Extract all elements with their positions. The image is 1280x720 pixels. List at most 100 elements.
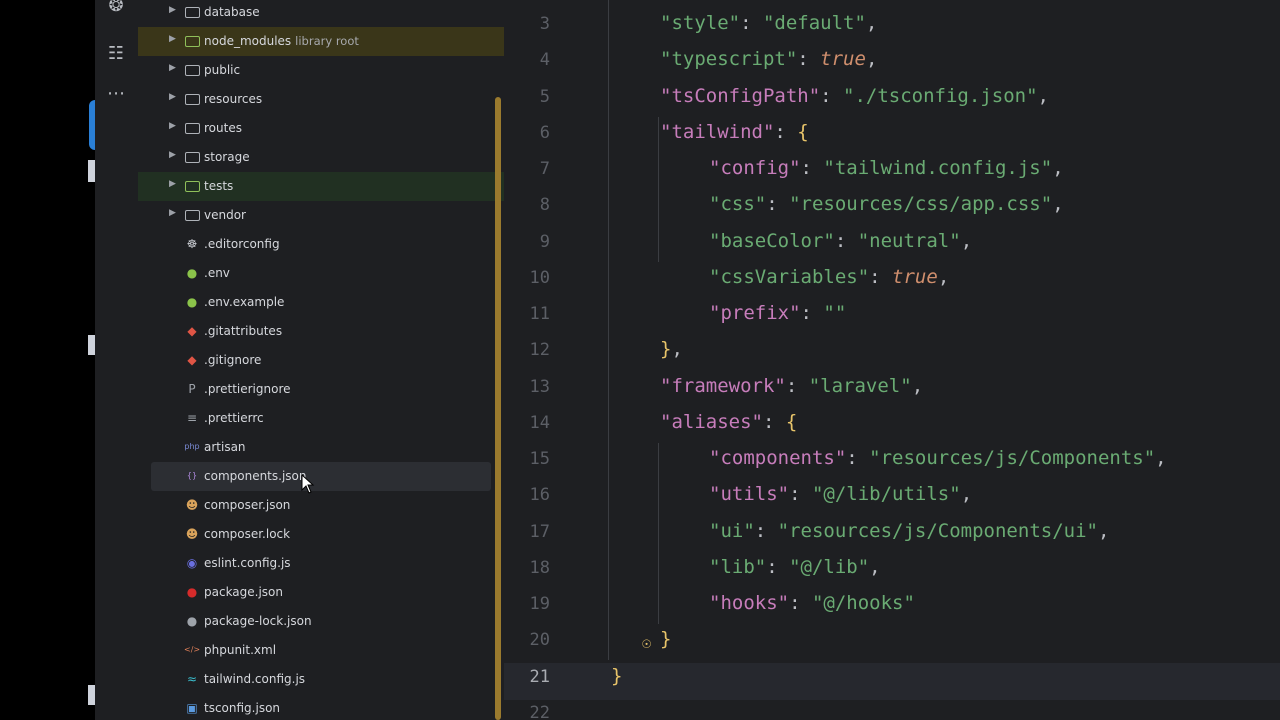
code-line[interactable]: }, bbox=[660, 338, 683, 360]
code-token: "tailwind" bbox=[660, 120, 775, 143]
code-token: , bbox=[960, 483, 973, 506]
code-line[interactable]: "prefix": "" bbox=[709, 302, 846, 324]
tree-item-tailwind[interactable]: ≈ tailwind.config.js bbox=[138, 665, 504, 694]
tree-item-node-modules[interactable]: ▶ node_modules library root bbox=[138, 27, 504, 56]
code-token: "framework" bbox=[660, 374, 786, 397]
code-line[interactable]: "typescript": true, bbox=[660, 48, 877, 70]
tree-item-prettierignore[interactable]: P .prettierignore bbox=[138, 375, 504, 404]
code-line[interactable]: "cssVariables": true, bbox=[709, 266, 949, 288]
code-token: "./tsconfig.json" bbox=[843, 84, 1038, 107]
git-icon: ◆ bbox=[187, 353, 197, 367]
code-token: "cssVariables" bbox=[709, 265, 870, 288]
line-number: 12 bbox=[529, 340, 550, 361]
tree-item-tests[interactable]: ▶ tests bbox=[138, 172, 504, 201]
code-token: "default" bbox=[762, 12, 866, 34]
code-token: } bbox=[660, 338, 672, 361]
tree-item-name: .prettierignore bbox=[204, 382, 291, 396]
tree-item-prettierrc[interactable]: ≡ .prettierrc bbox=[138, 404, 504, 433]
chevron-right-icon[interactable]: ▶ bbox=[169, 5, 176, 15]
tree-item-storage[interactable]: ▶ storage bbox=[138, 143, 504, 172]
chevron-right-icon[interactable]: ▶ bbox=[169, 92, 176, 102]
code-token: : bbox=[869, 265, 893, 288]
code-line[interactable]: } bbox=[660, 628, 671, 650]
tree-item-env[interactable]: ● .env bbox=[138, 259, 504, 288]
tree-item-gitattributes[interactable]: ◆ .gitattributes bbox=[138, 317, 504, 346]
code-token: , bbox=[937, 265, 950, 288]
code-line[interactable]: "utils": "@/lib/utils", bbox=[709, 483, 972, 505]
code-token: "tailwind.config.js" bbox=[823, 157, 1053, 179]
code-line[interactable]: } bbox=[611, 665, 622, 687]
code-token: "@/lib/utils" bbox=[811, 483, 961, 506]
tree-item-artisan[interactable]: php artisan bbox=[138, 433, 504, 462]
tree-item-eslint[interactable]: ◉ eslint.config.js bbox=[138, 549, 504, 578]
lightbulb-icon[interactable]: ☉ bbox=[642, 634, 651, 652]
code-token: true bbox=[820, 48, 866, 71]
tree-item-vendor[interactable]: ▶ vendor bbox=[138, 201, 504, 230]
code-token: : bbox=[766, 193, 790, 216]
tree-item-name: tests bbox=[204, 179, 234, 193]
structure-icon[interactable]: ☷ bbox=[103, 40, 129, 66]
tree-item-label: vendor bbox=[204, 208, 246, 222]
code-token: , bbox=[869, 555, 881, 578]
code-line[interactable]: "hooks": "@/hooks" bbox=[709, 592, 915, 614]
code-token: "" bbox=[823, 302, 847, 324]
tree-item-name: tsconfig.json bbox=[204, 701, 281, 715]
tree-item-package-lock[interactable]: ● package-lock.json bbox=[138, 607, 504, 636]
tree-item-name: database bbox=[204, 5, 260, 19]
indent-guide bbox=[608, 0, 609, 660]
tree-item-env-example[interactable]: ● .env.example bbox=[138, 288, 504, 317]
code-line[interactable]: "baseColor": "neutral", bbox=[709, 230, 972, 252]
tree-item-label: package-lock.json bbox=[204, 614, 312, 628]
chevron-right-icon[interactable]: ▶ bbox=[169, 179, 176, 189]
code-line[interactable]: "lib": "@/lib", bbox=[709, 556, 881, 578]
chevron-right-icon[interactable]: ▶ bbox=[169, 121, 176, 131]
prettier-icon: ≡ bbox=[186, 411, 198, 425]
code-line[interactable]: "components": "resources/js/Components", bbox=[709, 447, 1167, 469]
tree-item-composer-lock[interactable]: ☻ composer.lock bbox=[138, 520, 504, 549]
chevron-right-icon[interactable]: ▶ bbox=[169, 150, 176, 160]
code-editor[interactable]: 3 "style": "default", 4 "typescript": true,… bbox=[504, 0, 1280, 720]
chevron-right-icon[interactable]: ▶ bbox=[169, 63, 176, 73]
tree-item-resources[interactable]: ▶ resources bbox=[138, 85, 504, 114]
code-token: "prefix" bbox=[709, 302, 801, 324]
ts-icon: ▣ bbox=[186, 701, 198, 715]
tree-item-package-json[interactable]: ● package.json bbox=[138, 578, 504, 607]
chevron-right-icon[interactable]: ▶ bbox=[169, 208, 176, 218]
tree-item-routes[interactable]: ▶ routes bbox=[138, 114, 504, 143]
code-line[interactable]: "ui": "resources/js/Components/ui", bbox=[709, 520, 1109, 542]
code-line[interactable]: "tsConfigPath": "./tsconfig.json", bbox=[660, 85, 1049, 107]
tree-item-label: .env.example bbox=[204, 295, 284, 309]
code-line[interactable]: "config": "tailwind.config.js", bbox=[709, 157, 1064, 179]
code-line[interactable]: "style": "default", bbox=[660, 12, 877, 34]
line-number: 18 bbox=[529, 557, 550, 578]
tree-item-components-json[interactable]: {} components.json bbox=[151, 462, 491, 491]
tree-item-editorconfig[interactable]: ☸ .editorconfig bbox=[138, 230, 504, 259]
tree-item-gitignore[interactable]: ◆ .gitignore bbox=[138, 346, 504, 375]
code-token: : bbox=[740, 12, 763, 34]
code-token: : bbox=[774, 120, 798, 143]
code-token: , bbox=[1097, 519, 1110, 542]
tree-item-composer-json[interactable]: ☻ composer.json bbox=[138, 491, 504, 520]
code-line[interactable]: "tailwind": { bbox=[660, 121, 809, 143]
code-token: , bbox=[865, 12, 878, 34]
indent-guide bbox=[658, 443, 659, 625]
code-token: "resources/js/Components/ui" bbox=[777, 519, 1098, 542]
code-token: : bbox=[762, 410, 786, 433]
code-line[interactable]: "framework": "laravel", bbox=[660, 375, 923, 397]
tree-item-public[interactable]: ▶ public bbox=[138, 56, 504, 85]
env-icon: ● bbox=[186, 295, 198, 309]
tree-item-tsconfig[interactable]: ▣ tsconfig.json bbox=[138, 694, 504, 720]
chevron-right-icon[interactable]: ▶ bbox=[169, 34, 176, 44]
folder-icon bbox=[185, 65, 200, 76]
tree-item-label: .prettierignore bbox=[204, 382, 291, 396]
project-scrollbar[interactable] bbox=[495, 97, 501, 720]
tree-item-database[interactable]: ▶ database bbox=[138, 0, 504, 27]
git-icon[interactable]: ❂ bbox=[103, 0, 129, 18]
folder-icon bbox=[185, 152, 200, 163]
more-icon[interactable]: ⋯ bbox=[103, 80, 129, 106]
xml-icon: </> bbox=[184, 645, 201, 654]
tree-item-phpunit[interactable]: </> phpunit.xml bbox=[138, 636, 504, 665]
code-line[interactable]: "css": "resources/css/app.css", bbox=[709, 193, 1064, 215]
code-line[interactable]: "aliases": { bbox=[660, 411, 797, 433]
code-token: , bbox=[865, 48, 878, 71]
